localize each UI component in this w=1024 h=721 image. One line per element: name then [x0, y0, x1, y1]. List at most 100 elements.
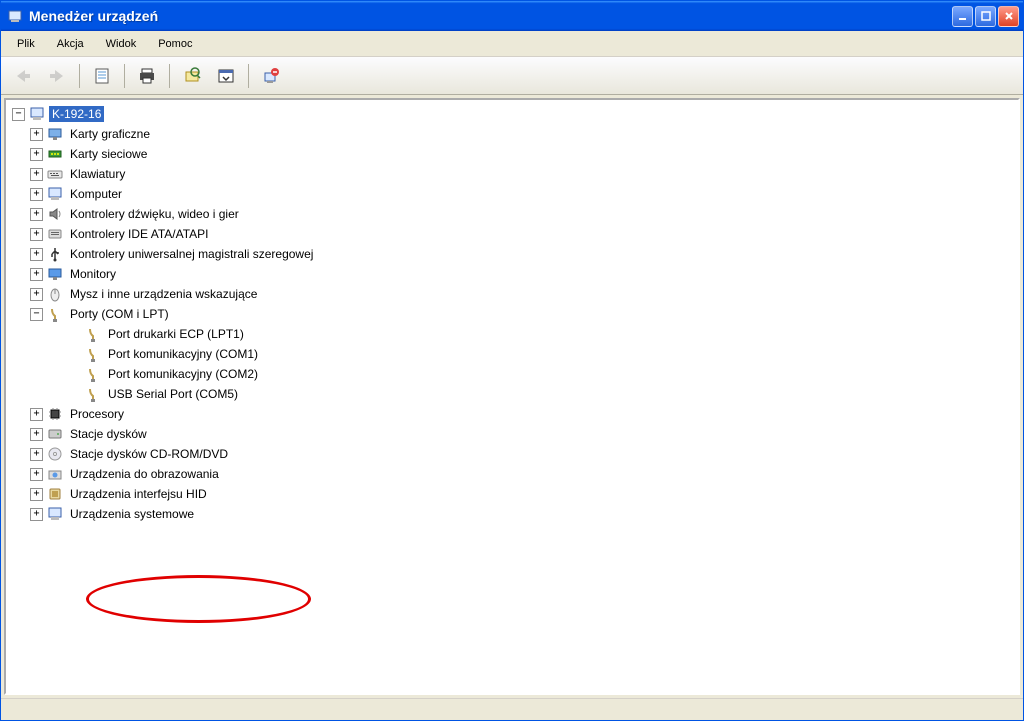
- category-label[interactable]: Stacje dysków: [67, 426, 150, 442]
- toolbar: [1, 57, 1023, 95]
- expand-icon[interactable]: +: [30, 128, 43, 141]
- tree-category-node[interactable]: + Klawiatury: [10, 164, 1014, 184]
- menu-help[interactable]: Pomoc: [148, 34, 202, 54]
- tree-category-node[interactable]: + Urządzenia do obrazowania: [10, 464, 1014, 484]
- hid-icon: [47, 486, 63, 502]
- maximize-button[interactable]: [975, 6, 996, 27]
- tree-device-node[interactable]: Port komunikacyjny (COM1): [10, 344, 1014, 364]
- tree-device-node[interactable]: Port drukarki ECP (LPT1): [10, 324, 1014, 344]
- tree-category-node[interactable]: + Stacje dysków CD-ROM/DVD: [10, 444, 1014, 464]
- expand-icon[interactable]: +: [30, 468, 43, 481]
- window-controls: [952, 6, 1019, 27]
- category-label[interactable]: Kontrolery IDE ATA/ATAPI: [67, 226, 212, 242]
- tree-category-node[interactable]: + Monitory: [10, 264, 1014, 284]
- device-tree: − K-192-16 + Karty graficzne + Karty siecio…: [10, 104, 1014, 524]
- collapse-icon[interactable]: −: [12, 108, 25, 121]
- category-label[interactable]: Karty sieciowe: [67, 146, 150, 162]
- annotation-ellipse: [86, 575, 311, 623]
- tree-category-node[interactable]: + Stacje dysków: [10, 424, 1014, 444]
- properties-button[interactable]: [86, 61, 118, 91]
- tree-category-node[interactable]: + Urządzenia systemowe: [10, 504, 1014, 524]
- category-label[interactable]: Kontrolery uniwersalnej magistrali szere…: [67, 246, 316, 262]
- uninstall-button[interactable]: [255, 61, 287, 91]
- computer-icon: [29, 106, 45, 122]
- expand-icon[interactable]: +: [30, 208, 43, 221]
- toolbar-separator: [124, 64, 125, 88]
- category-label[interactable]: Procesory: [67, 406, 127, 422]
- menu-view[interactable]: Widok: [96, 34, 147, 54]
- expand-icon[interactable]: +: [30, 508, 43, 521]
- expand-icon[interactable]: +: [30, 448, 43, 461]
- tree-view[interactable]: − K-192-16 + Karty graficzne + Karty siecio…: [4, 98, 1020, 695]
- tree-category-node[interactable]: + Kontrolery IDE ATA/ATAPI: [10, 224, 1014, 244]
- category-label[interactable]: Mysz i inne urządzenia wskazujące: [67, 286, 260, 302]
- expand-icon[interactable]: +: [30, 268, 43, 281]
- port-icon: [85, 386, 101, 402]
- tree-category-node[interactable]: + Mysz i inne urządzenia wskazujące: [10, 284, 1014, 304]
- device-label[interactable]: Port komunikacyjny (COM2): [105, 366, 261, 382]
- menu-file[interactable]: Plik: [7, 34, 45, 54]
- tree-category-node[interactable]: + Procesory: [10, 404, 1014, 424]
- close-button[interactable]: [998, 6, 1019, 27]
- system-icon: [47, 506, 63, 522]
- device-label[interactable]: Port komunikacyjny (COM1): [105, 346, 261, 362]
- expand-icon[interactable]: +: [30, 168, 43, 181]
- expand-icon[interactable]: +: [30, 148, 43, 161]
- ide-icon: [47, 226, 63, 242]
- category-label[interactable]: Klawiatury: [67, 166, 128, 182]
- menu-action[interactable]: Akcja: [47, 34, 94, 54]
- tree-device-node[interactable]: Port komunikacyjny (COM2): [10, 364, 1014, 384]
- tree-category-node[interactable]: + Kontrolery uniwersalnej magistrali szer…: [10, 244, 1014, 264]
- expand-icon[interactable]: +: [30, 288, 43, 301]
- forward-button: [41, 61, 73, 91]
- expand-icon[interactable]: +: [30, 428, 43, 441]
- tree-category-node[interactable]: + Komputer: [10, 184, 1014, 204]
- monitor-icon: [47, 266, 63, 282]
- display-icon: [47, 126, 63, 142]
- tree-category-node[interactable]: − Porty (COM i LPT): [10, 304, 1014, 324]
- expand-icon[interactable]: +: [30, 408, 43, 421]
- port-icon: [47, 306, 63, 322]
- mouse-icon: [47, 286, 63, 302]
- tree-device-node[interactable]: USB Serial Port (COM5): [10, 384, 1014, 404]
- sound-icon: [47, 206, 63, 222]
- cpu-icon: [47, 406, 63, 422]
- expand-icon[interactable]: +: [30, 228, 43, 241]
- collapse-icon[interactable]: −: [30, 308, 43, 321]
- toolbar-separator: [79, 64, 80, 88]
- category-label[interactable]: Urządzenia do obrazowania: [67, 466, 222, 482]
- category-label[interactable]: Kontrolery dźwięku, wideo i gier: [67, 206, 242, 222]
- expand-icon[interactable]: +: [30, 488, 43, 501]
- root-label[interactable]: K-192-16: [49, 106, 104, 122]
- tree-category-node[interactable]: + Kontrolery dźwięku, wideo i gier: [10, 204, 1014, 224]
- category-label[interactable]: Karty graficzne: [67, 126, 153, 142]
- category-label[interactable]: Monitory: [67, 266, 119, 282]
- show-hidden-button[interactable]: [210, 61, 242, 91]
- category-label[interactable]: Komputer: [67, 186, 125, 202]
- port-icon: [85, 326, 101, 342]
- category-label[interactable]: Stacje dysków CD-ROM/DVD: [67, 446, 231, 462]
- tree-category-node[interactable]: + Karty sieciowe: [10, 144, 1014, 164]
- port-icon: [85, 366, 101, 382]
- scan-hardware-button[interactable]: [176, 61, 208, 91]
- expand-icon[interactable]: +: [30, 248, 43, 261]
- titlebar[interactable]: Menedżer urządzeń: [1, 1, 1023, 31]
- tree-root-node[interactable]: − K-192-16: [10, 104, 1014, 124]
- print-button[interactable]: [131, 61, 163, 91]
- device-manager-window: Menedżer urządzeń Plik Akcja Widok Pomoc: [0, 0, 1024, 721]
- tree-category-node[interactable]: + Karty graficzne: [10, 124, 1014, 144]
- minimize-button[interactable]: [952, 6, 973, 27]
- port-icon: [85, 346, 101, 362]
- toolbar-separator: [248, 64, 249, 88]
- cd-icon: [47, 446, 63, 462]
- menubar: Plik Akcja Widok Pomoc: [1, 31, 1023, 57]
- category-label[interactable]: Urządzenia systemowe: [67, 506, 197, 522]
- tree-category-node[interactable]: + Urządzenia interfejsu HID: [10, 484, 1014, 504]
- category-label[interactable]: Urządzenia interfejsu HID: [67, 486, 210, 502]
- expand-icon[interactable]: +: [30, 188, 43, 201]
- window-title: Menedżer urządzeń: [29, 8, 952, 24]
- network-icon: [47, 146, 63, 162]
- device-label[interactable]: Port drukarki ECP (LPT1): [105, 326, 247, 342]
- device-label[interactable]: USB Serial Port (COM5): [105, 386, 241, 402]
- category-label[interactable]: Porty (COM i LPT): [67, 306, 172, 322]
